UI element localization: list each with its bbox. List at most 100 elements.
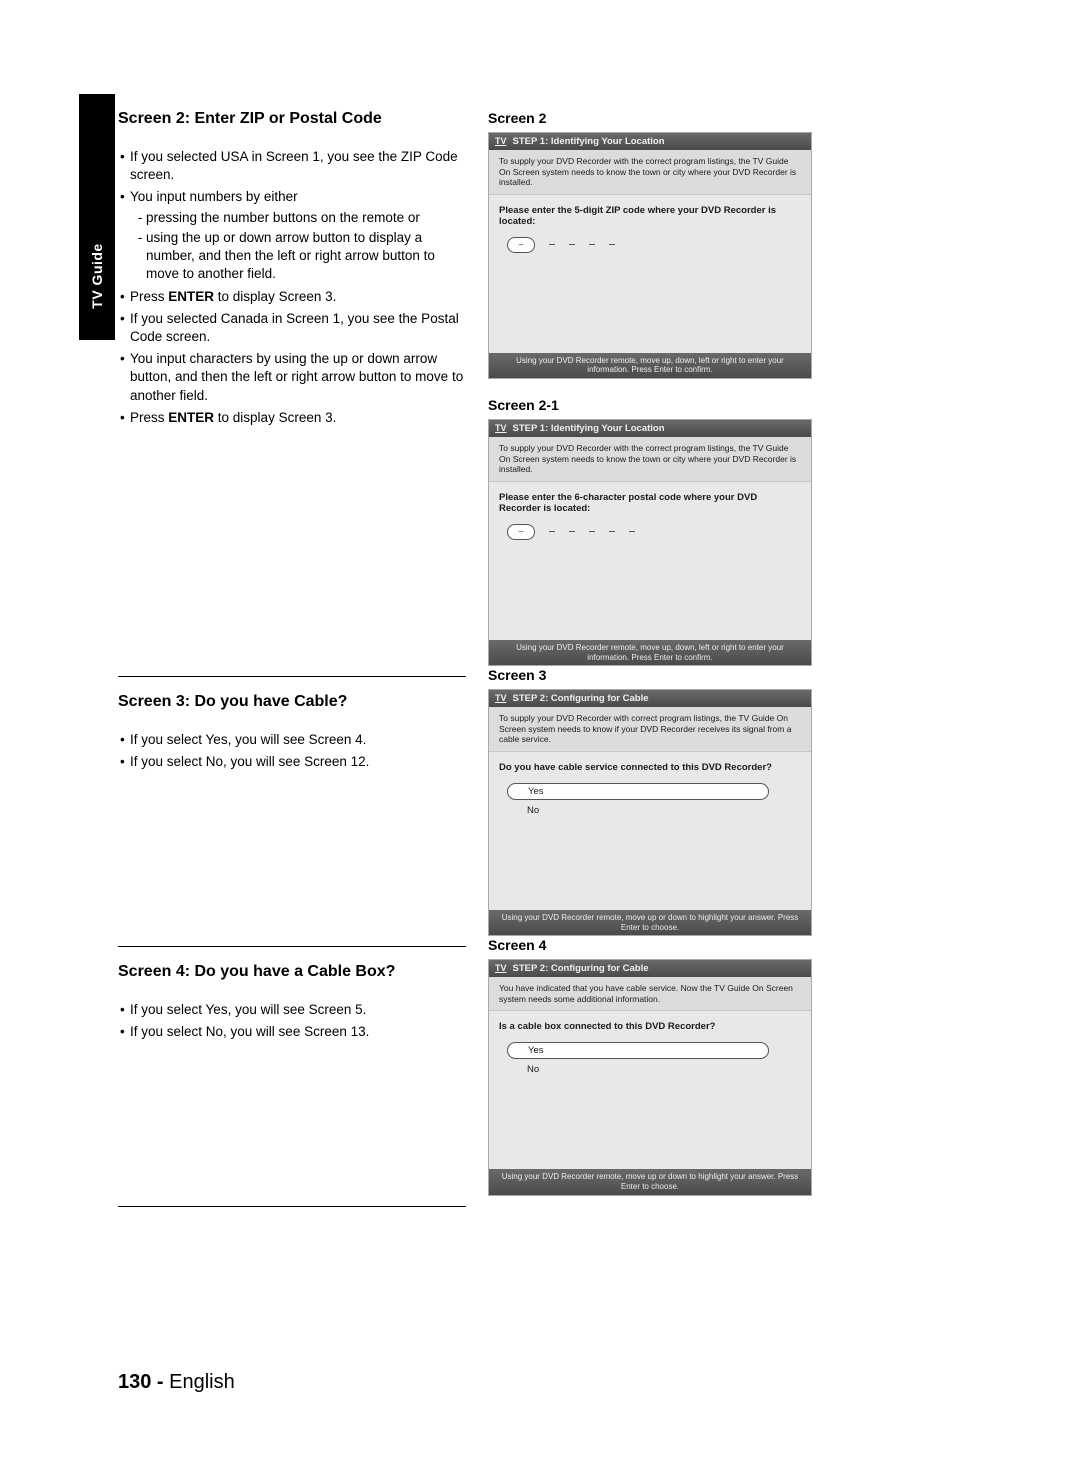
page-number-value: 130 - <box>118 1371 164 1393</box>
right-col-screen-4: Screen 4 TV STEP 2: Configuring for Cabl… <box>488 937 918 1213</box>
section-rule <box>118 946 466 947</box>
bullet-item: If you selected Canada in Screen 1, you … <box>118 310 464 346</box>
tv-header: TV STEP 2: Configuring for Cable <box>489 960 811 977</box>
tv-prompt: Please enter the 5-digit ZIP code where … <box>499 205 801 227</box>
option-no[interactable]: No <box>507 803 801 818</box>
tv-body: Do you have cable service connected to t… <box>489 752 811 910</box>
bullet-item: Press ENTER to display Screen 3. <box>118 409 464 427</box>
content-area: Screen 2: Enter ZIP or Postal Code If yo… <box>118 110 958 1207</box>
bullet-item: If you select Yes, you will see Screen 4… <box>118 731 464 749</box>
sub-item: pressing the number buttons on the remot… <box>138 209 464 227</box>
tv-intro: To supply your DVD Recorder with the cor… <box>489 437 811 482</box>
text-bold: ENTER <box>168 289 214 304</box>
postal-char-4[interactable] <box>589 531 595 532</box>
bullet-item: If you select No, you will see Screen 12… <box>118 753 464 771</box>
zip-digit-3[interactable] <box>569 244 575 245</box>
tv-screen-2: TV STEP 1: Identifying Your Location To … <box>488 132 812 379</box>
tv-logo-icon: TV <box>495 137 507 146</box>
text-frag: to display Screen 3. <box>214 289 336 304</box>
heading-screen-3: Screen 3: Do you have Cable? <box>118 693 464 711</box>
tv-header-text: STEP 1: Identifying Your Location <box>513 423 665 434</box>
row-screen-2: Screen 2: Enter ZIP or Postal Code If yo… <box>118 110 958 684</box>
screen-2-label: Screen 2 <box>488 110 918 126</box>
tv-header-text: STEP 2: Configuring for Cable <box>513 693 649 704</box>
zip-digit-1[interactable]: – <box>507 237 535 253</box>
tv-header: TV STEP 1: Identifying Your Location <box>489 420 811 437</box>
bullets-screen-3: If you select Yes, you will see Screen 4… <box>118 731 464 771</box>
side-tab: TV Guide <box>79 94 115 340</box>
right-col-screen-3: Screen 3 TV STEP 2: Configuring for Cabl… <box>488 667 918 954</box>
option-list: Yes No <box>507 783 801 818</box>
zip-digit-5[interactable] <box>609 244 615 245</box>
left-col-screen-2: Screen 2: Enter ZIP or Postal Code If yo… <box>118 110 488 431</box>
bullets-screen-4: If you select Yes, you will see Screen 5… <box>118 1001 464 1041</box>
side-tab-label: TV Guide <box>89 243 105 308</box>
tv-prompt: Is a cable box connected to this DVD Rec… <box>499 1021 801 1032</box>
option-yes[interactable]: Yes <box>507 783 769 800</box>
tv-footer: Using your DVD Recorder remote, move up … <box>489 1169 811 1194</box>
text-frag: Press <box>130 289 168 304</box>
text-frag: to display Screen 3. <box>214 410 336 425</box>
tv-body: Please enter the 6-character postal code… <box>489 482 811 640</box>
option-yes[interactable]: Yes <box>507 1042 769 1059</box>
right-col-screens-2: Screen 2 TV STEP 1: Identifying Your Loc… <box>488 110 918 684</box>
heading-screen-2: Screen 2: Enter ZIP or Postal Code <box>118 110 464 128</box>
tv-prompt: Do you have cable service connected to t… <box>499 762 801 773</box>
left-col-screen-4: Screen 4: Do you have a Cable Box? If yo… <box>118 963 488 1045</box>
text-frag: Press <box>130 410 168 425</box>
screen-2-1-label: Screen 2-1 <box>488 397 918 413</box>
tv-intro: You have indicated that you have cable s… <box>489 977 811 1011</box>
text-bold: ENTER <box>168 410 214 425</box>
tv-body: Please enter the 5-digit ZIP code where … <box>489 195 811 353</box>
sub-item: using the up or down arrow button to dis… <box>138 229 464 284</box>
tv-logo-icon: TV <box>495 424 507 433</box>
tv-prompt: Please enter the 6-character postal code… <box>499 492 801 514</box>
heading-screen-4: Screen 4: Do you have a Cable Box? <box>118 963 464 981</box>
postal-char-3[interactable] <box>569 531 575 532</box>
bullet-item: If you select Yes, you will see Screen 5… <box>118 1001 464 1019</box>
tv-intro: To supply your DVD Recorder with correct… <box>489 707 811 752</box>
tv-footer: Using your DVD Recorder remote, move up … <box>489 910 811 935</box>
tv-screen-3: TV STEP 2: Configuring for Cable To supp… <box>488 689 812 936</box>
bullet-text: You input numbers by either <box>130 189 298 204</box>
manual-page: TV Guide Screen 2: Enter ZIP or Postal C… <box>0 0 1080 1482</box>
tv-footer: Using your DVD Recorder remote, move up,… <box>489 353 811 378</box>
postal-char-1[interactable]: – <box>507 524 535 540</box>
postal-input-row: – <box>507 524 801 540</box>
tv-logo-icon: TV <box>495 694 507 703</box>
tv-logo-icon: TV <box>495 964 507 973</box>
section-rule <box>118 1206 466 1207</box>
option-list: Yes No <box>507 1042 801 1077</box>
postal-char-5[interactable] <box>609 531 615 532</box>
zip-digit-4[interactable] <box>589 244 595 245</box>
zip-digit-2[interactable] <box>549 244 555 245</box>
screen-3-label: Screen 3 <box>488 667 918 683</box>
screen-4-label: Screen 4 <box>488 937 918 953</box>
tv-screen-2-1: TV STEP 1: Identifying Your Location To … <box>488 419 812 666</box>
zip-input-row: – <box>507 237 801 253</box>
page-language: English <box>169 1371 235 1393</box>
tv-intro: To supply your DVD Recorder with the cor… <box>489 150 811 195</box>
tv-header: TV STEP 1: Identifying Your Location <box>489 133 811 150</box>
tv-header-text: STEP 2: Configuring for Cable <box>513 963 649 974</box>
tv-header: TV STEP 2: Configuring for Cable <box>489 690 811 707</box>
postal-char-6[interactable] <box>629 531 635 532</box>
left-col-screen-3: Screen 3: Do you have Cable? If you sele… <box>118 693 488 775</box>
bullet-item: You input characters by using the up or … <box>118 350 464 405</box>
row-screen-4: Screen 4: Do you have a Cable Box? If yo… <box>118 963 958 1213</box>
bullet-item: If you select No, you will see Screen 13… <box>118 1023 464 1041</box>
bullet-item: You input numbers by either pressing the… <box>118 188 464 283</box>
row-screen-3: Screen 3: Do you have Cable? If you sele… <box>118 693 958 954</box>
option-no[interactable]: No <box>507 1062 801 1077</box>
tv-header-text: STEP 1: Identifying Your Location <box>513 136 665 147</box>
section-rule <box>118 676 466 677</box>
tv-footer: Using your DVD Recorder remote, move up,… <box>489 640 811 665</box>
tv-screen-4: TV STEP 2: Configuring for Cable You hav… <box>488 959 812 1195</box>
bullet-item: If you selected USA in Screen 1, you see… <box>118 148 464 184</box>
sub-bullets: pressing the number buttons on the remot… <box>130 209 464 284</box>
bullet-item: Press ENTER to display Screen 3. <box>118 288 464 306</box>
bullets-screen-2: If you selected USA in Screen 1, you see… <box>118 148 464 427</box>
postal-char-2[interactable] <box>549 531 555 532</box>
tv-body: Is a cable box connected to this DVD Rec… <box>489 1011 811 1169</box>
page-number: 130 - English <box>118 1371 235 1394</box>
